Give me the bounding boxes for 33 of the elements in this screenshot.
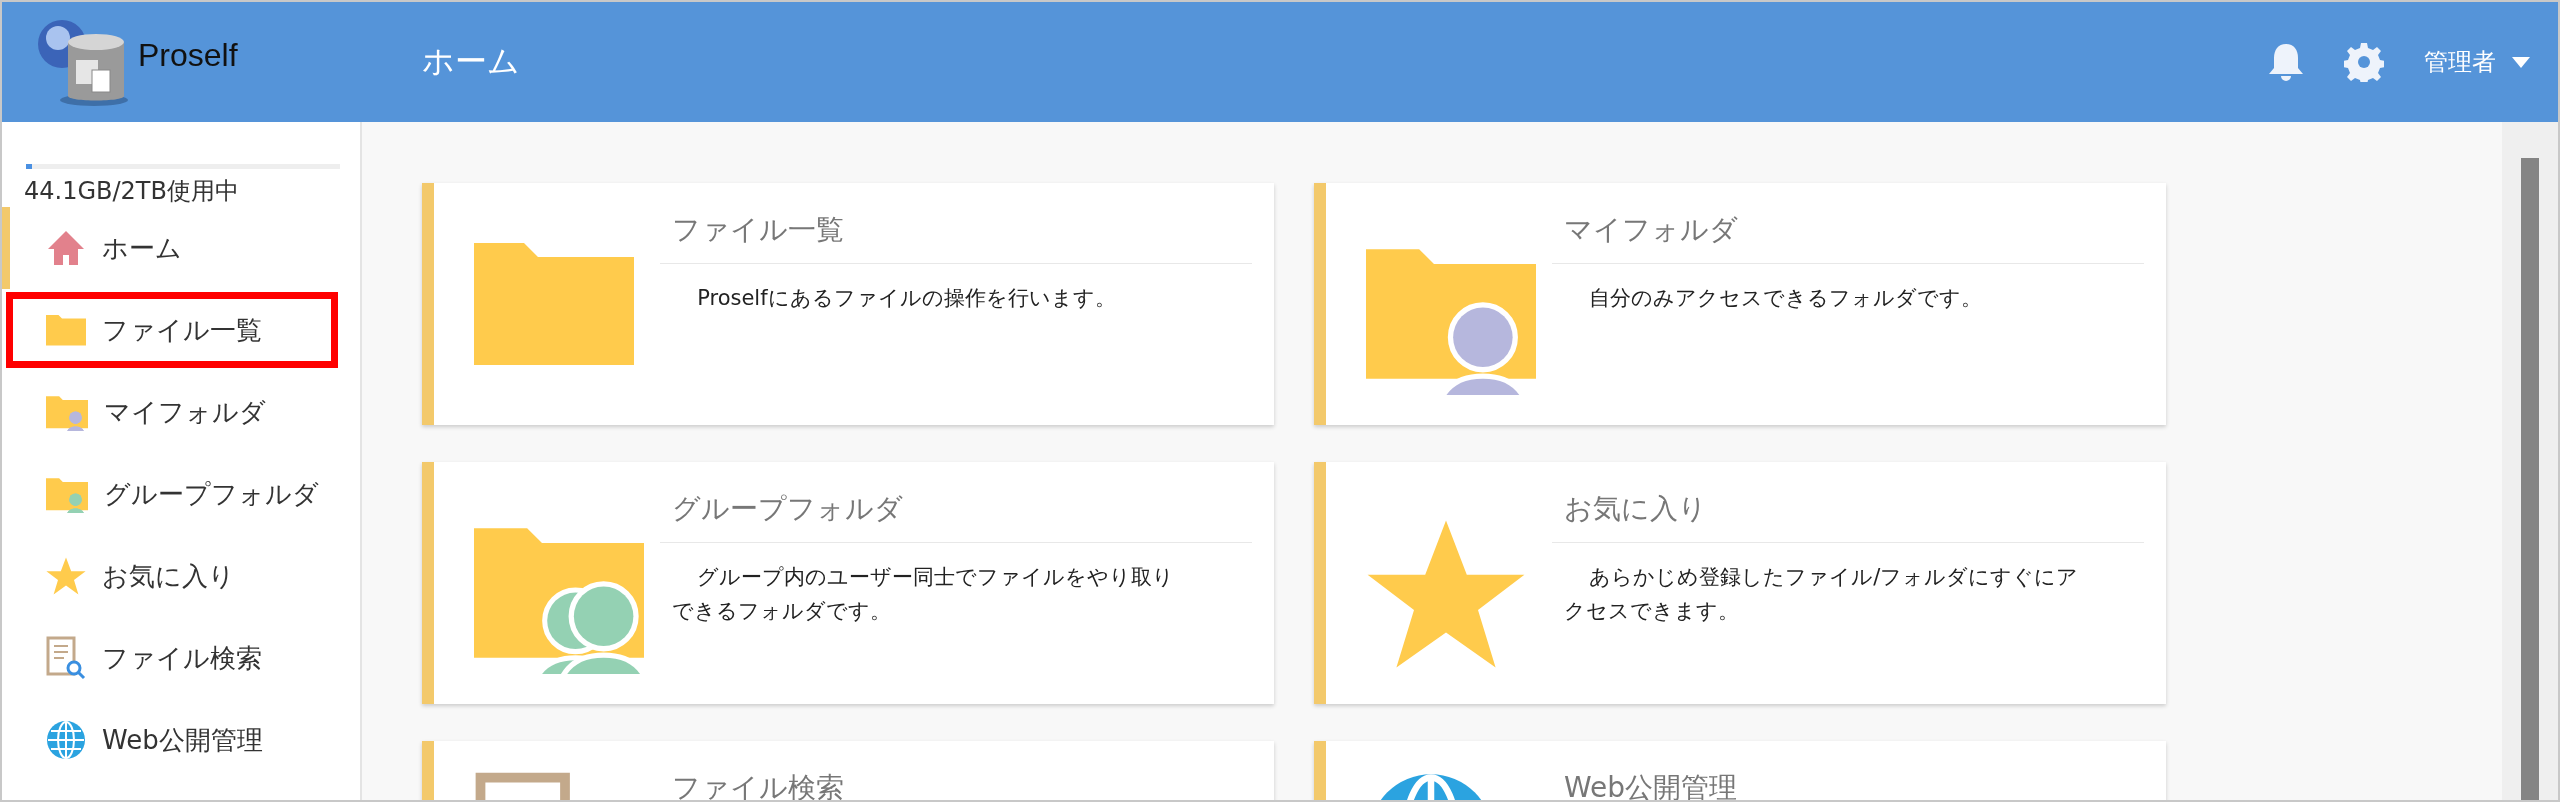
- folder-icon: [46, 312, 86, 348]
- sidebar-item-label: ホーム: [102, 231, 182, 265]
- sidebar-item-label: Web公開管理: [102, 723, 263, 757]
- star-icon: [46, 556, 86, 596]
- group-folder-icon: [46, 475, 88, 513]
- menu-card[interactable]: マイフォルダ 自分のみアクセスできるフォルダです。: [1314, 183, 2166, 425]
- card-description: グループ内のユーザー同士でファイルをやり取りできるフォルダです。: [671, 564, 1176, 625]
- storage-usage: 44.1GB/2TB使用中: [23, 176, 240, 207]
- globe-icon: [46, 720, 86, 760]
- sidebar-item-label: ファイル検索: [102, 641, 262, 675]
- user-folder-icon: [46, 393, 88, 431]
- menu-card[interactable]: お気に入り あらかじめ登録したファイル/フォルダにすぐにアクセスできます。: [1314, 462, 2166, 704]
- caret-icon: [2512, 56, 2530, 68]
- menu-card[interactable]: ファイル一覧 Proselfにあるファイルの操作を行います。: [422, 183, 1274, 425]
- sidebar-item-label: お気に入り: [102, 559, 235, 593]
- card-description: 自分のみアクセスできるフォルダです。: [1588, 285, 1984, 312]
- document-search-icon: [46, 636, 86, 680]
- card-title: マイフォルダ: [1552, 211, 2144, 264]
- card-description: Proselfにあるファイルの操作を行います。: [696, 285, 1117, 312]
- app-name: Proself: [138, 36, 238, 74]
- card-title: お気に入り: [1552, 490, 2144, 543]
- sidebar-item-label: マイフォルダ: [104, 395, 266, 429]
- scrollbar-thumb[interactable]: [2521, 158, 2539, 800]
- settings-icon[interactable]: [2344, 42, 2384, 82]
- sidebar-item-label: ファイル一覧: [102, 313, 262, 347]
- house-icon: [46, 228, 86, 268]
- card-title: ファイル一覧: [660, 211, 1252, 264]
- sidebar-item-label: グループフォルダ: [104, 477, 319, 511]
- card-title: グループフォルダ: [660, 490, 1252, 543]
- page-title: ホーム: [422, 41, 521, 82]
- card-description: あらかじめ登録したファイル/フォルダにすぐにアクセスできます。: [1563, 564, 2080, 625]
- bell-icon[interactable]: [2268, 42, 2304, 82]
- menu-card[interactable]: グループフォルダ グループ内のユーザー同士でファイルをやり取りできるフォルダです。: [422, 462, 1274, 704]
